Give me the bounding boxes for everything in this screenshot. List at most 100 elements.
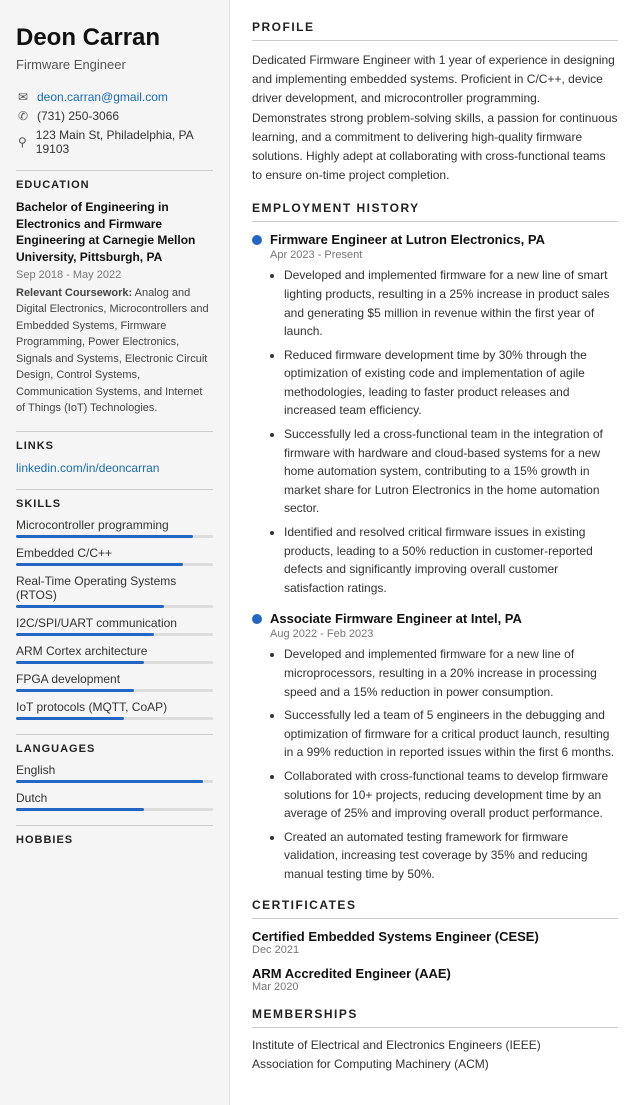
job-bullet: Developed and implemented firmware for a… — [284, 645, 618, 701]
job-title: Associate Firmware Engineer at Intel, PA — [270, 611, 522, 626]
certificates-section: CERTIFICATES Certified Embedded Systems … — [252, 898, 618, 993]
language-bar-fill — [16, 780, 203, 783]
certificate-date: Dec 2021 — [252, 944, 618, 956]
education-dates: Sep 2018 - May 2022 — [16, 269, 213, 281]
skill-label: Real-Time Operating Systems (RTOS) — [16, 574, 213, 602]
skills-divider — [16, 489, 213, 490]
languages-list: English Dutch — [16, 763, 213, 811]
linkedin-link[interactable]: linkedin.com/in/deoncarran — [16, 460, 213, 475]
employment-divider — [252, 221, 618, 222]
memberships-section: MEMBERSHIPS Institute of Electrical and … — [252, 1007, 618, 1071]
education-degree: Bachelor of Engineering in Electronics a… — [16, 199, 213, 266]
sidebar: Deon Carran Firmware Engineer ✉ deon.car… — [0, 0, 230, 1105]
certificate-name: ARM Accredited Engineer (AAE) — [252, 966, 618, 981]
memberships-section-title: MEMBERSHIPS — [252, 1007, 618, 1021]
skill-bar-fill — [16, 605, 164, 608]
skill-item: IoT protocols (MQTT, CoAP) — [16, 700, 213, 720]
skill-item: Embedded C/C++ — [16, 546, 213, 566]
jobs-list: Firmware Engineer at Lutron Electronics,… — [252, 232, 618, 883]
language-label: English — [16, 763, 213, 777]
profile-section: PROFILE Dedicated Firmware Engineer with… — [252, 20, 618, 185]
skill-label: FPGA development — [16, 672, 213, 686]
job-bullet: Collaborated with cross-functional teams… — [284, 767, 618, 823]
job-bullet: Successfully led a cross-functional team… — [284, 425, 618, 518]
skill-bar-bg — [16, 535, 213, 538]
skill-label: IoT protocols (MQTT, CoAP) — [16, 700, 213, 714]
skill-label: I2C/SPI/UART communication — [16, 616, 213, 630]
skill-bar-fill — [16, 717, 124, 720]
phone-icon: ✆ — [16, 109, 30, 123]
languages-section-title: LANGUAGES — [16, 743, 213, 755]
job-dot — [252, 235, 262, 245]
contact-phone: ✆ (731) 250-3066 — [16, 109, 213, 123]
language-item: English — [16, 763, 213, 783]
candidate-title: Firmware Engineer — [16, 57, 213, 72]
job-bullets: Developed and implemented firmware for a… — [270, 266, 618, 597]
links-divider — [16, 431, 213, 432]
language-bar-bg — [16, 780, 213, 783]
certificates-list: Certified Embedded Systems Engineer (CES… — [252, 929, 618, 993]
job-bullet: Reduced firmware development time by 30%… — [284, 346, 618, 420]
hobbies-divider — [16, 825, 213, 826]
language-label: Dutch — [16, 791, 213, 805]
job-title-row: Firmware Engineer at Lutron Electronics,… — [252, 232, 618, 247]
profile-divider — [252, 40, 618, 41]
skill-bar-fill — [16, 661, 144, 664]
skill-bar-fill — [16, 535, 193, 538]
job-block: Firmware Engineer at Lutron Electronics,… — [252, 232, 618, 597]
language-bar-bg — [16, 808, 213, 811]
skill-bar-bg — [16, 633, 213, 636]
skill-item: Microcontroller programming — [16, 518, 213, 538]
job-bullet: Successfully led a team of 5 engineers i… — [284, 706, 618, 762]
coursework-text: Analog and Digital Electronics, Microcon… — [16, 287, 209, 415]
employment-section-title: EMPLOYMENT HISTORY — [252, 201, 618, 215]
certificates-divider — [252, 918, 618, 919]
job-block: Associate Firmware Engineer at Intel, PA… — [252, 611, 618, 883]
skill-bar-bg — [16, 717, 213, 720]
language-item: Dutch — [16, 791, 213, 811]
memberships-list: Institute of Electrical and Electronics … — [252, 1038, 618, 1071]
job-date: Apr 2023 - Present — [270, 249, 618, 261]
email-icon: ✉ — [16, 90, 30, 104]
job-bullets: Developed and implemented firmware for a… — [270, 645, 618, 883]
skill-label: Embedded C/C++ — [16, 546, 213, 560]
skill-bar-fill — [16, 689, 134, 692]
candidate-name: Deon Carran — [16, 24, 213, 53]
certificate-block: Certified Embedded Systems Engineer (CES… — [252, 929, 618, 956]
employment-section: EMPLOYMENT HISTORY Firmware Engineer at … — [252, 201, 618, 883]
languages-divider — [16, 734, 213, 735]
skill-bar-bg — [16, 661, 213, 664]
main-content: PROFILE Dedicated Firmware Engineer with… — [230, 0, 640, 1105]
job-date: Aug 2022 - Feb 2023 — [270, 628, 618, 640]
contact-email[interactable]: ✉ deon.carran@gmail.com — [16, 90, 213, 104]
skill-label: Microcontroller programming — [16, 518, 213, 532]
education-coursework: Relevant Coursework: Analog and Digital … — [16, 285, 213, 417]
skills-section-title: SKILLS — [16, 498, 213, 510]
job-title: Firmware Engineer at Lutron Electronics,… — [270, 232, 545, 247]
coursework-label: Relevant Coursework: — [16, 287, 132, 299]
skill-item: I2C/SPI/UART communication — [16, 616, 213, 636]
job-bullet: Identified and resolved critical firmwar… — [284, 523, 618, 597]
memberships-divider — [252, 1027, 618, 1028]
job-dot — [252, 614, 262, 624]
skill-bar-bg — [16, 563, 213, 566]
skill-bar-bg — [16, 689, 213, 692]
certificate-block: ARM Accredited Engineer (AAE) Mar 2020 — [252, 966, 618, 993]
certificate-date: Mar 2020 — [252, 981, 618, 993]
contact-address: ⚲ 123 Main St, Philadelphia, PA 19103 — [16, 128, 213, 156]
skill-bar-fill — [16, 633, 154, 636]
skill-label: ARM Cortex architecture — [16, 644, 213, 658]
job-bullet: Created an automated testing framework f… — [284, 828, 618, 884]
profile-text: Dedicated Firmware Engineer with 1 year … — [252, 51, 618, 185]
education-section-title: EDUCATION — [16, 179, 213, 191]
skill-bar-bg — [16, 605, 213, 608]
language-bar-fill — [16, 808, 144, 811]
education-divider — [16, 170, 213, 171]
skill-bar-fill — [16, 563, 183, 566]
location-icon: ⚲ — [16, 135, 29, 149]
membership-item: Association for Computing Machinery (ACM… — [252, 1057, 618, 1071]
links-section-title: LINKS — [16, 440, 213, 452]
skill-item: FPGA development — [16, 672, 213, 692]
skills-list: Microcontroller programming Embedded C/C… — [16, 518, 213, 720]
profile-section-title: PROFILE — [252, 20, 618, 34]
